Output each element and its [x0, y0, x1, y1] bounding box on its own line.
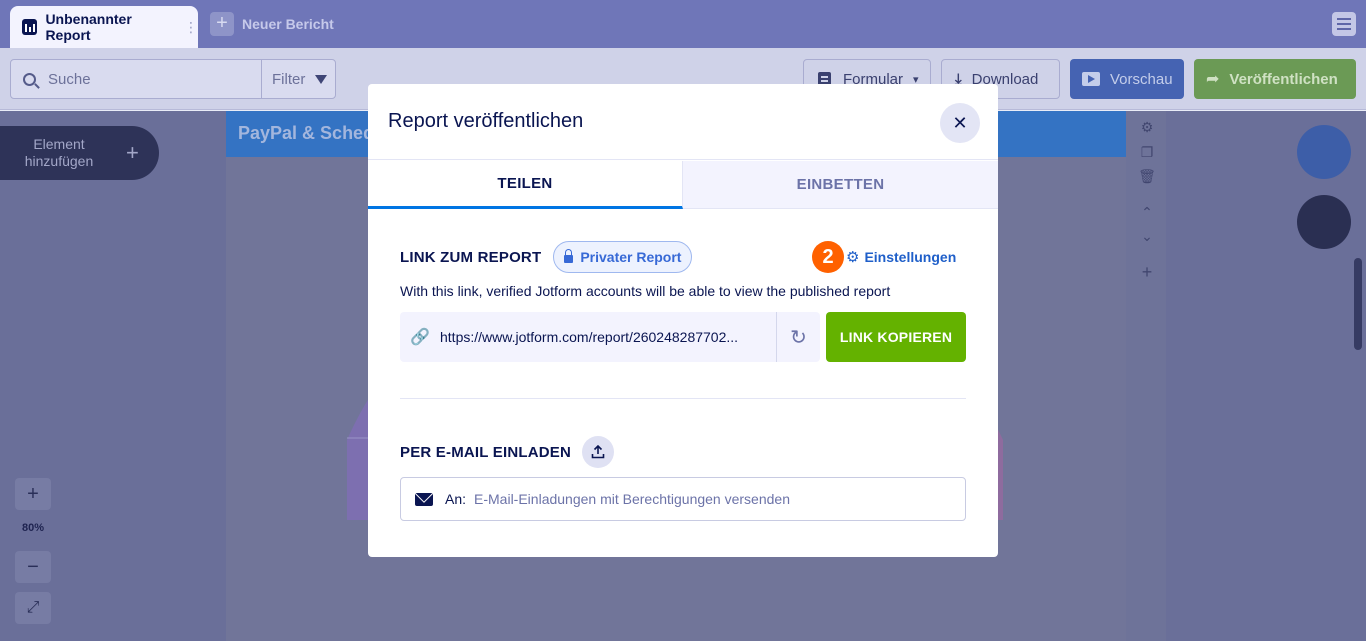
- email-invite-field: An:: [400, 477, 966, 521]
- search-icon: [23, 72, 36, 86]
- email-section-title: PER E-MAIL EINLADEN: [400, 443, 572, 461]
- tab-options-icon[interactable]: ⋮: [184, 20, 198, 34]
- modal-title: Report veröffentlichen: [388, 110, 584, 132]
- zoom-level: 80%: [21, 522, 45, 534]
- private-report-label: Privater Report: [580, 249, 682, 265]
- link-helper-text: With this link, verified Jotform account…: [400, 283, 891, 299]
- gear-icon: ⚙: [846, 249, 860, 266]
- close-icon[interactable]: ✕: [940, 103, 980, 143]
- section-divider: [400, 398, 966, 399]
- gear-icon[interactable]: ⚙: [1137, 117, 1157, 137]
- trash-icon[interactable]: 🗑: [1137, 166, 1157, 186]
- banner-title: PayPal & Sched: [238, 123, 375, 143]
- layers-button[interactable]: [1297, 195, 1351, 249]
- step-number-badge: 2: [812, 241, 844, 273]
- chevron-down-icon[interactable]: ⌄: [1137, 226, 1157, 246]
- plus-icon: +: [210, 12, 234, 36]
- design-brush-button[interactable]: [1297, 125, 1351, 179]
- filter-button[interactable]: Filter: [261, 59, 336, 99]
- email-section-header: PER E-MAIL EINLADEN: [400, 436, 615, 468]
- play-icon: [1082, 72, 1100, 86]
- report-tab[interactable]: Unbenannter Report ⋮: [10, 6, 198, 48]
- filter-label: Filter: [272, 70, 306, 88]
- new-report-label: Neuer Bericht: [242, 16, 334, 32]
- modal-tabs: TEILEN EINBETTEN: [368, 161, 998, 209]
- funnel-icon: [315, 74, 328, 84]
- report-url[interactable]: https://www.jotform.com/report/260248287…: [440, 329, 776, 345]
- zoom-out-button[interactable]: −: [15, 551, 51, 583]
- zoom-in-button[interactable]: +: [15, 478, 51, 510]
- plus-icon: +: [126, 140, 139, 165]
- modal-header: Report veröffentlichen: [368, 84, 998, 160]
- hamburger-menu-icon[interactable]: [1332, 12, 1356, 36]
- link-section-title: LINK ZUM REPORT: [400, 248, 542, 266]
- email-to-label: An:: [445, 491, 467, 507]
- settings-link[interactable]: ⚙ Einstellungen: [846, 248, 956, 266]
- search-box: [10, 59, 262, 99]
- report-tab-label: Unbenannter Report: [45, 11, 132, 43]
- upload-icon[interactable]: [582, 436, 615, 468]
- lock-icon: [564, 249, 574, 263]
- preview-button[interactable]: Vorschau: [1070, 59, 1184, 99]
- add-element-button[interactable]: Element hinzufügen +: [0, 126, 159, 180]
- link-section-header: LINK ZUM REPORT Privater Report: [400, 241, 693, 273]
- top-bar: Unbenannter Report ⋮ + Neuer Bericht: [0, 0, 1366, 48]
- report-icon: [22, 19, 38, 35]
- publish-report-modal: Report veröffentlichen ✕ TEILEN EINBETTE…: [368, 84, 998, 557]
- email-invite-input[interactable]: [474, 491, 955, 507]
- chevron-up-icon[interactable]: ⌃: [1137, 202, 1157, 222]
- copy-link-button[interactable]: LINK KOPIEREN: [826, 312, 966, 362]
- envelope-icon: [415, 492, 433, 506]
- new-report-tab[interactable]: + Neuer Bericht: [210, 12, 334, 36]
- share-icon: ➦: [1206, 71, 1220, 88]
- report-url-box: 🔗 https://www.jotform.com/report/2602482…: [400, 312, 820, 362]
- link-icon: 🔗: [410, 329, 430, 346]
- tab-share[interactable]: TEILEN: [368, 161, 683, 209]
- preview-label: Vorschau: [1110, 70, 1173, 88]
- copy-icon[interactable]: ❐: [1137, 142, 1157, 162]
- refresh-icon[interactable]: ↻: [776, 312, 820, 362]
- add-element-label: Element hinzufügen: [24, 136, 94, 169]
- private-report-badge[interactable]: Privater Report: [553, 241, 693, 273]
- search-input[interactable]: [48, 70, 238, 88]
- publish-button[interactable]: ➦ Veröffentlichen: [1194, 59, 1356, 99]
- settings-label: Einstellungen: [864, 249, 957, 265]
- add-page-icon[interactable]: +: [1137, 262, 1157, 282]
- scrollbar[interactable]: [1354, 258, 1362, 350]
- element-tools-strip: [1126, 111, 1166, 641]
- tab-embed[interactable]: EINBETTEN: [683, 161, 998, 209]
- fullscreen-icon[interactable]: ⤢: [15, 592, 51, 624]
- publish-label: Veröffentlichen: [1229, 70, 1338, 88]
